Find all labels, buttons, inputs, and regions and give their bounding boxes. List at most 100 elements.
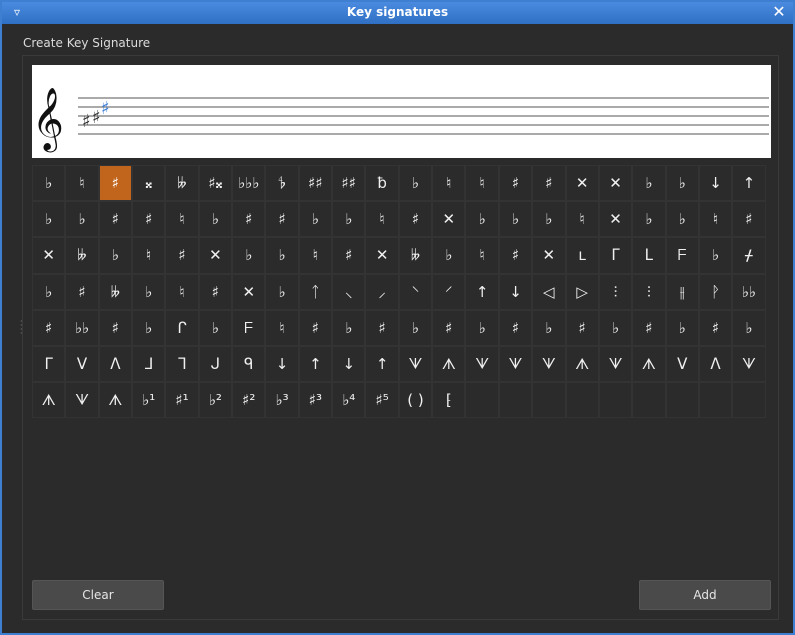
palette-cell[interactable]: ᗐ xyxy=(498,345,533,383)
palette-cell[interactable]: ♭♭♭ xyxy=(232,165,266,202)
palette-cell[interactable]: ♭ xyxy=(698,237,733,274)
palette-cell[interactable]: 𝄫 xyxy=(65,237,99,274)
palette-cell[interactable]: ⫲ xyxy=(665,273,699,310)
palette-cell[interactable]: ♯ xyxy=(165,237,199,274)
palette-cell[interactable]: ᗐ xyxy=(398,345,433,383)
palette-cell[interactable]: 𝄫 xyxy=(98,273,133,310)
palette-cell[interactable]: ᒥ xyxy=(598,237,633,274)
palette-cell[interactable]: ⸜ xyxy=(332,273,366,310)
palette-cell[interactable]: ♯ xyxy=(565,309,599,346)
palette-cell[interactable]: ♭ xyxy=(132,273,166,310)
palette-cell[interactable]: ♮ xyxy=(432,165,466,202)
palette-cell[interactable]: ♯ xyxy=(32,309,66,346)
palette-cell[interactable]: ♯⁵ xyxy=(365,382,399,419)
palette-cell[interactable]: ♭ xyxy=(598,309,633,346)
palette-cell[interactable]: ♭ xyxy=(432,237,466,274)
palette-cell[interactable]: ♯ xyxy=(365,309,399,346)
palette-cell[interactable]: ✕ xyxy=(432,201,466,238)
palette-cell[interactable]: ♭ xyxy=(232,237,266,274)
palette-cell[interactable]: ᒪ xyxy=(632,237,666,274)
palette-cell[interactable]: ♭ xyxy=(65,201,99,238)
palette-cell[interactable]: ♮ xyxy=(465,165,499,202)
palette-cell[interactable]: ✕ xyxy=(32,237,66,274)
palette-cell[interactable]: ᛏ xyxy=(298,273,333,310)
palette-cell[interactable]: ♯ xyxy=(532,165,566,202)
palette-cell[interactable]: ᒍ xyxy=(198,345,233,383)
palette-cell[interactable]: ᖴ xyxy=(665,237,699,274)
palette-cell[interactable]: ♭ xyxy=(98,237,133,274)
staff-preview[interactable]: 𝄞 ♯ ♯ ♯ xyxy=(32,65,771,158)
palette-cell[interactable]: ♭ xyxy=(665,201,699,238)
palette-cell[interactable]: ♮ xyxy=(65,165,99,202)
palette-cell[interactable]: ♭ xyxy=(532,309,566,346)
palette-cell[interactable]: ♯♯ xyxy=(298,165,333,202)
palette-cell[interactable]: ♭ xyxy=(732,309,766,346)
palette-cell[interactable]: ♭ xyxy=(198,201,233,238)
palette-cell[interactable]: ♭ xyxy=(198,309,233,346)
palette-cell[interactable]: ♯ xyxy=(298,309,333,346)
palette-cell[interactable]: ♯ xyxy=(198,273,233,310)
palette-cell[interactable]: ♯ xyxy=(132,201,166,238)
palette-cell[interactable]: ᚋ xyxy=(732,237,766,274)
palette-cell[interactable]: ✕ xyxy=(598,201,633,238)
palette-cell[interactable]: 𝄪 xyxy=(132,165,166,202)
palette-cell[interactable]: ᗐ xyxy=(732,345,766,383)
palette-cell[interactable]: ⁅ xyxy=(432,382,466,419)
palette-cell[interactable]: ♯¹ xyxy=(165,382,199,419)
palette-cell[interactable]: ♭ xyxy=(465,309,499,346)
add-button[interactable]: Add xyxy=(639,580,771,610)
palette-cell[interactable]: ᒧ xyxy=(132,345,166,383)
palette-cell[interactable]: ♯ xyxy=(698,309,733,346)
palette-cell[interactable]: ♭ xyxy=(398,309,433,346)
palette-cell[interactable]: ♭³ xyxy=(265,382,299,419)
palette-cell[interactable]: ♭ xyxy=(632,165,666,202)
palette-cell[interactable]: ♭ xyxy=(132,309,166,346)
palette-cell[interactable]: ᗐ xyxy=(465,345,499,383)
palette-cell[interactable]: ♮ xyxy=(165,273,199,310)
palette-cell[interactable]: ᐯ xyxy=(665,345,699,383)
palette-cell[interactable]: ♭ xyxy=(265,273,299,310)
palette-cell[interactable]: ♯ xyxy=(398,201,433,238)
palette-cell[interactable]: ♯ xyxy=(265,201,299,238)
palette-cell[interactable]: ♮ xyxy=(132,237,166,274)
palette-cell[interactable]: ✕ xyxy=(232,273,266,310)
palette-cell[interactable]: ᑫ xyxy=(232,345,266,383)
palette-cell[interactable]: ᗑ xyxy=(565,345,599,383)
palette-cell[interactable]: ♭² xyxy=(198,382,233,419)
palette-cell[interactable]: ᐯ xyxy=(65,345,99,383)
palette-cell[interactable]: ✕ xyxy=(198,237,233,274)
palette-cell[interactable]: ♯𝄪 xyxy=(198,165,233,202)
palette-cell[interactable]: ♮ xyxy=(565,201,599,238)
palette-cell[interactable]: ↓ xyxy=(698,165,733,202)
palette-cell[interactable]: ♮ xyxy=(265,309,299,346)
palette-cell[interactable]: ♭ xyxy=(532,201,566,238)
palette-cell[interactable]: 𝄫 xyxy=(398,237,433,274)
palette-cell[interactable]: ✕ xyxy=(598,165,633,202)
palette-cell[interactable]: ♯ xyxy=(332,237,366,274)
palette-cell[interactable]: ♯ xyxy=(98,201,133,238)
palette-cell[interactable]: ᐱ xyxy=(698,345,733,383)
palette-cell[interactable]: ♯ xyxy=(732,201,766,238)
palette-cell[interactable]: ▷ xyxy=(565,273,599,310)
palette-cell[interactable]: ♮ xyxy=(165,201,199,238)
palette-cell[interactable]: ♯ xyxy=(65,273,99,310)
clear-button[interactable]: Clear xyxy=(32,580,164,610)
palette-cell[interactable]: ⸍ xyxy=(432,273,466,310)
palette-cell[interactable]: ♭ xyxy=(632,201,666,238)
palette-cell[interactable]: ♮ xyxy=(298,237,333,274)
palette-cell[interactable]: ↓ xyxy=(332,345,366,383)
palette-cell[interactable]: ᐱ xyxy=(98,345,133,383)
palette-cell[interactable]: 𝄫 xyxy=(165,165,199,202)
palette-cell[interactable]: ᒥ xyxy=(32,345,66,383)
palette-cell[interactable]: ♭♭ xyxy=(65,309,99,346)
palette-cell[interactable]: ᗑ xyxy=(98,382,133,419)
palette-cell[interactable]: ◁ xyxy=(532,273,566,310)
palette-cell[interactable]: ᗑ xyxy=(632,345,666,383)
palette-cell[interactable]: ♯ xyxy=(432,309,466,346)
palette-cell[interactable]: ♭ xyxy=(665,165,699,202)
palette-cell[interactable]: ᗐ xyxy=(65,382,99,419)
palette-cell[interactable]: ♯² xyxy=(232,382,266,419)
palette-cell[interactable]: ᚹ xyxy=(698,273,733,310)
palette-cell[interactable]: ♭ xyxy=(332,201,366,238)
palette-cell[interactable]: ♯ xyxy=(498,237,533,274)
